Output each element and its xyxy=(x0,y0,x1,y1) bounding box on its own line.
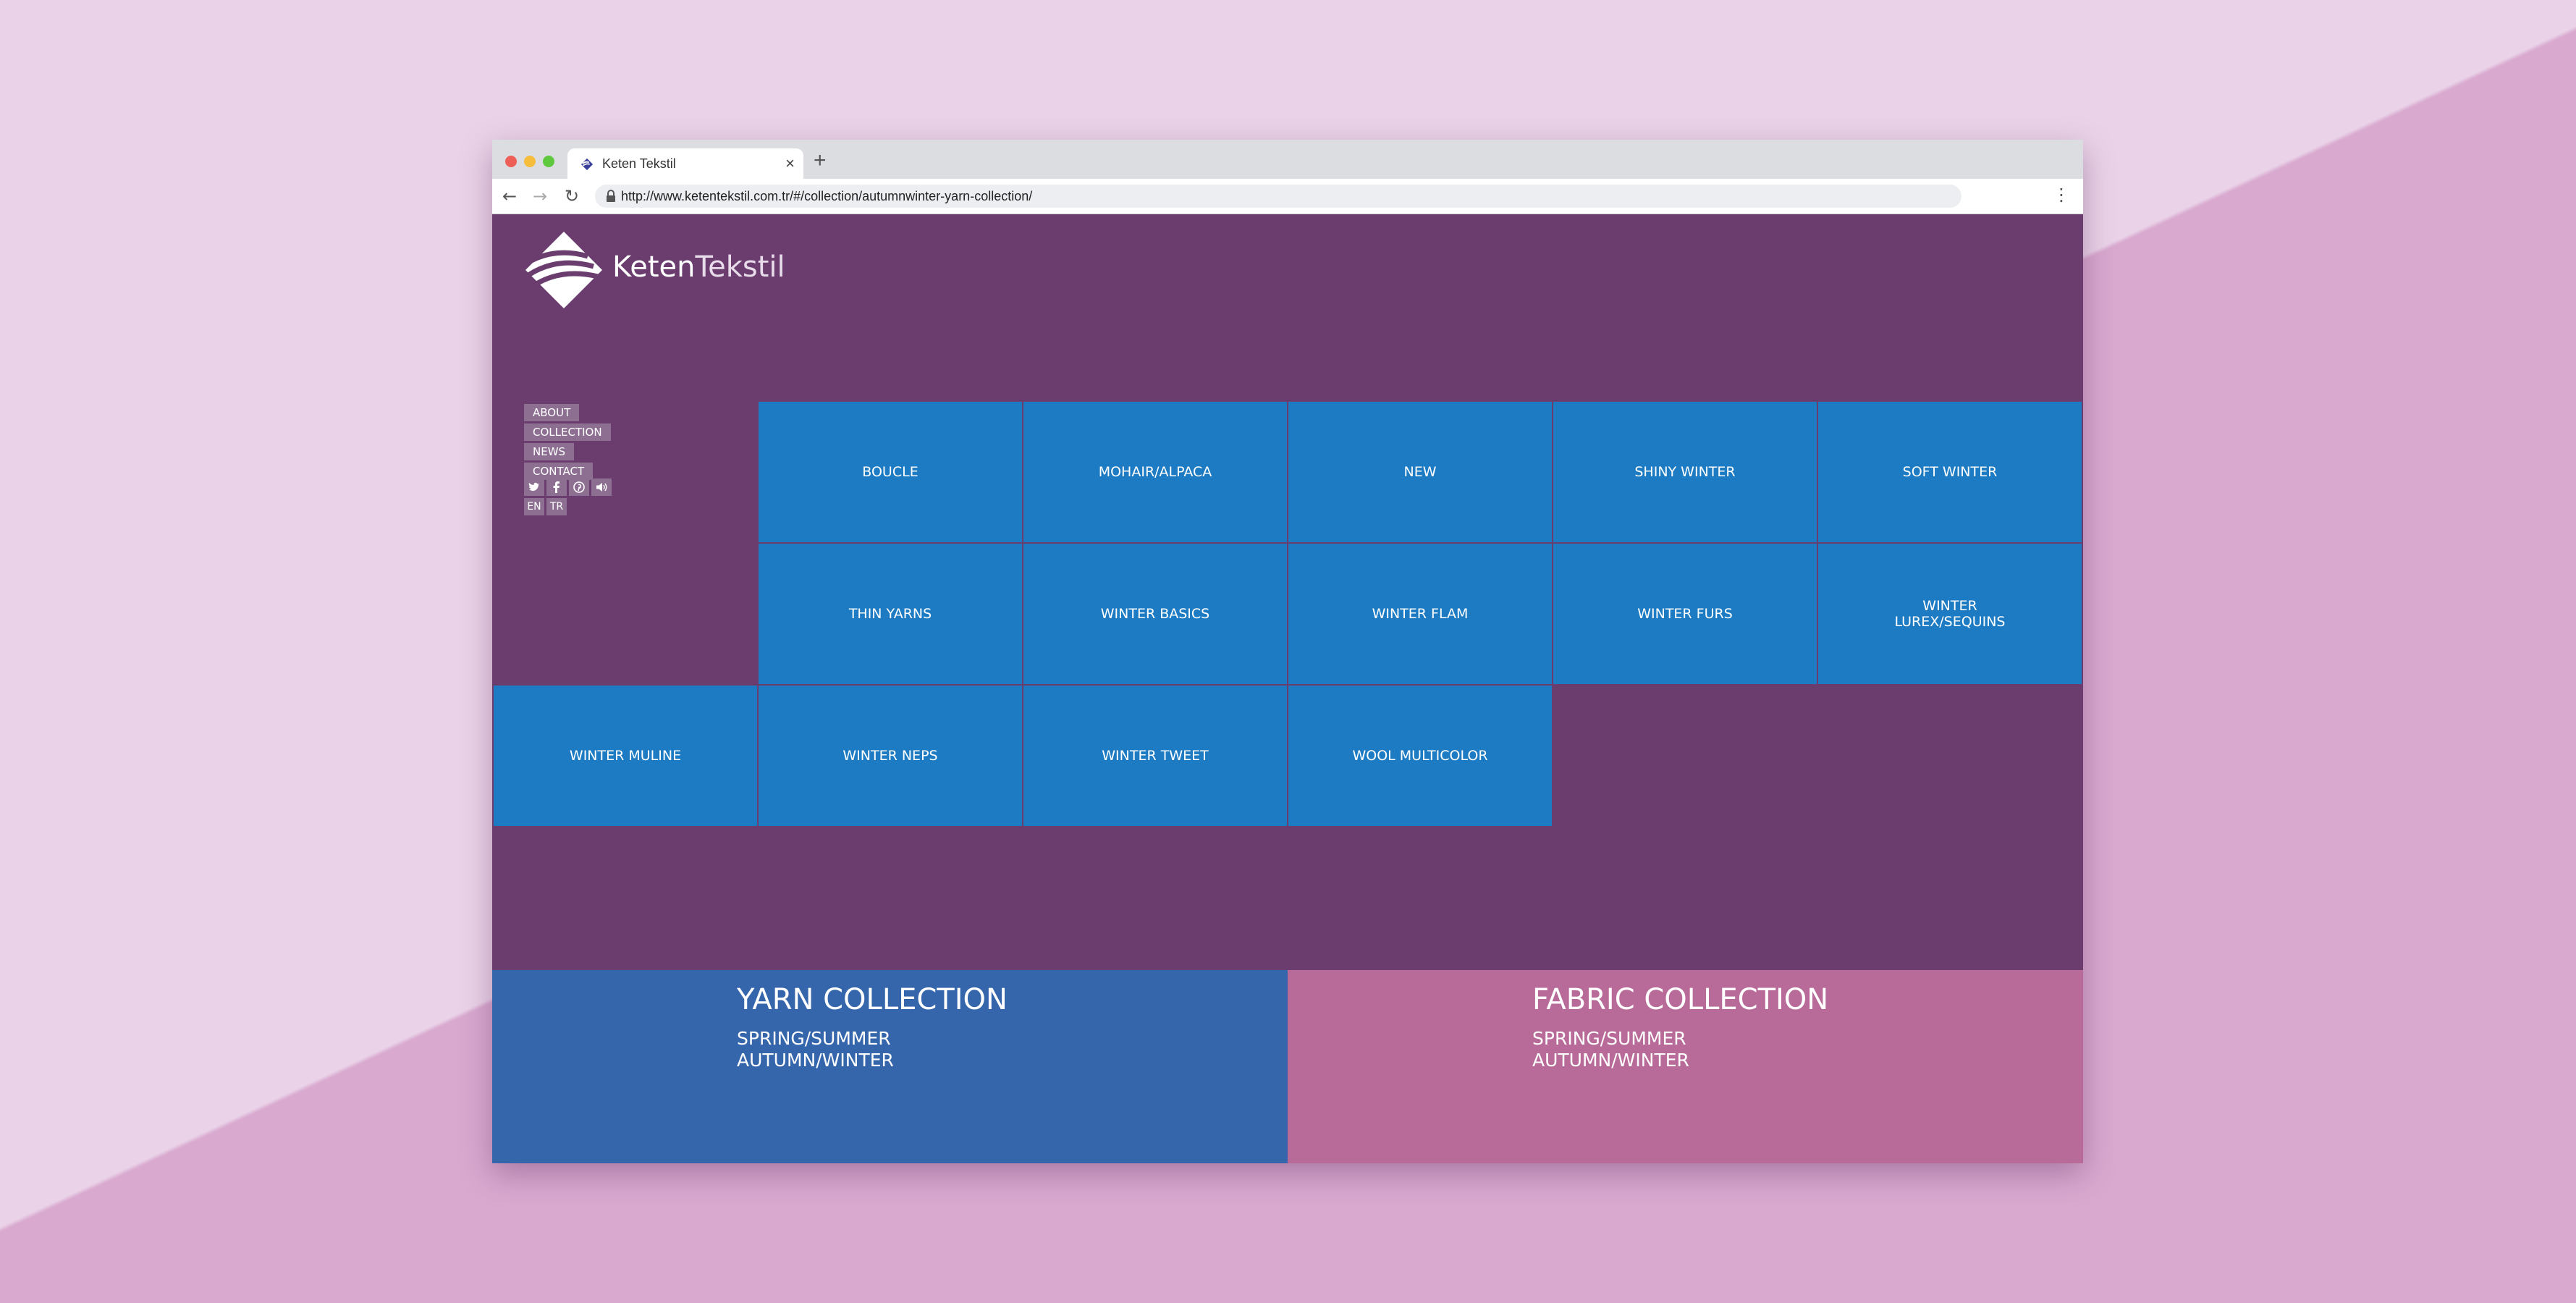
tab-title: Keten Tekstil xyxy=(602,156,676,171)
minimize-window-button[interactable] xyxy=(524,156,536,167)
close-window-button[interactable] xyxy=(505,156,517,167)
lang-tr[interactable]: TR xyxy=(546,498,567,515)
pinterest-icon[interactable] xyxy=(569,478,589,496)
nav-contact[interactable]: CONTACT xyxy=(524,463,594,480)
reload-button[interactable]: ↻ xyxy=(565,186,579,206)
sound-icon[interactable] xyxy=(591,478,612,496)
tile-winter-muline[interactable]: WINTER MULINE xyxy=(494,686,757,826)
maximize-window-button[interactable] xyxy=(543,156,554,167)
tile-winter-basics[interactable]: WINTER BASICS xyxy=(1023,544,1287,684)
tile-mohair-alpaca[interactable]: MOHAIR/ALPACA xyxy=(1023,402,1287,542)
browser-toolbar: ← → ↻ http://www.ketentekstil.com.tr/#/c… xyxy=(492,179,2083,214)
tile-winter-furs[interactable]: WINTER FURS xyxy=(1553,544,1817,684)
lang-en[interactable]: EN xyxy=(524,498,544,515)
facebook-icon[interactable] xyxy=(546,478,567,496)
tile-shiny-winter[interactable]: SHINY WINTER xyxy=(1553,402,1817,542)
nav-about[interactable]: ABOUT xyxy=(524,404,580,421)
yarn-spring-summer-link[interactable]: SPRING/SUMMER xyxy=(737,1028,891,1049)
keten-logo-icon[interactable] xyxy=(524,230,604,310)
yarn-autumn-winter-link[interactable]: AUTUMN/WINTER xyxy=(737,1050,894,1071)
url-text: http://www.ketentekstil.com.tr/#/collect… xyxy=(621,189,1033,203)
browser-window: Keten Tekstil × + ← → ↻ http://www.keten… xyxy=(492,140,2083,1163)
twitter-icon[interactable] xyxy=(524,478,544,496)
forward-button[interactable]: → xyxy=(533,186,547,206)
brand-light: Tekstil xyxy=(695,250,785,284)
nav-collection[interactable]: COLLECTION xyxy=(524,423,611,441)
tile-soft-winter[interactable]: SOFT WINTER xyxy=(1818,402,2082,542)
tile-winter-tweet[interactable]: WINTER TWEET xyxy=(1023,686,1287,826)
browser-menu-icon[interactable]: ⋮ xyxy=(2053,185,2070,205)
fabric-spring-summer-link[interactable]: SPRING/SUMMER xyxy=(1532,1028,1686,1049)
tab-bar: Keten Tekstil × + xyxy=(492,140,2083,179)
web-page: KetenTekstil ABOUT COLLECTION NEWS CONTA… xyxy=(492,214,2083,1163)
yarn-collection-title[interactable]: YARN COLLECTION xyxy=(737,983,1008,1016)
tile-winter-flam[interactable]: WINTER FLAM xyxy=(1288,544,1552,684)
brand-name[interactable]: KetenTekstil xyxy=(612,250,785,284)
tile-thin-yarns[interactable]: THIN YARNS xyxy=(759,544,1022,684)
lock-icon xyxy=(607,190,615,202)
fabric-autumn-winter-link[interactable]: AUTUMN/WINTER xyxy=(1532,1050,1689,1071)
tile-winter-lurex-sequins[interactable]: WINTER LUREX/SEQUINS xyxy=(1818,544,2082,684)
address-bar[interactable]: http://www.ketentekstil.com.tr/#/collect… xyxy=(595,185,1961,208)
new-tab-button[interactable]: + xyxy=(814,148,827,173)
tile-boucle[interactable]: BOUCLE xyxy=(759,402,1022,542)
fabric-collection-title[interactable]: FABRIC COLLECTION xyxy=(1532,983,1828,1016)
tile-new[interactable]: NEW xyxy=(1288,402,1552,542)
back-button[interactable]: ← xyxy=(502,186,517,206)
tile-wool-multicolor[interactable]: WOOL MULTICOLOR xyxy=(1288,686,1552,826)
tile-winter-neps[interactable]: WINTER NEPS xyxy=(759,686,1022,826)
nav-news[interactable]: NEWS xyxy=(524,443,575,460)
brand-bold: Keten xyxy=(612,250,696,284)
fabric-collection-panel[interactable]: FABRIC COLLECTION SPRING/SUMMER AUTUMN/W… xyxy=(1288,970,2083,1163)
yarn-collection-panel[interactable]: YARN COLLECTION SPRING/SUMMER AUTUMN/WIN… xyxy=(492,970,1288,1163)
tab-close-icon[interactable]: × xyxy=(785,154,795,173)
browser-tab[interactable]: Keten Tekstil × xyxy=(567,148,803,179)
site-favicon-icon xyxy=(580,158,594,171)
